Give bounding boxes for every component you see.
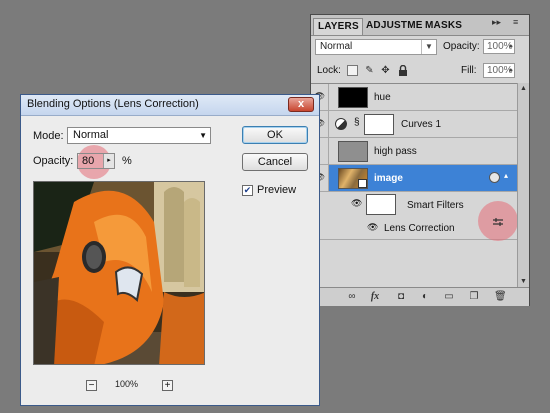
tab-layers[interactable]: LAYERS [313, 18, 363, 35]
zoom-out-button[interactable]: − [86, 380, 97, 391]
close-button[interactable]: x [288, 97, 314, 112]
lock-all-icon[interactable] [397, 64, 408, 76]
preview-checkbox[interactable]: ✔ [242, 185, 253, 196]
blending-options-dialog: Blending Options (Lens Correction) x Mod… [20, 94, 320, 406]
filter-mask-thumbnail [366, 194, 396, 215]
layer-mask-thumbnail [364, 114, 394, 135]
link-icon[interactable]: ∞ [346, 291, 358, 303]
mask-icon[interactable]: ◘ [395, 291, 407, 303]
folder-icon[interactable]: ▭ [443, 291, 455, 303]
preview-image[interactable] [33, 181, 205, 365]
panel-tab-bar: LAYERS ADJUSTMEI MASKS ▸▸ ≡ [311, 15, 529, 36]
blend-mode-value: Normal [320, 41, 353, 52]
panel-collapse-icon[interactable]: ▸▸ [492, 17, 501, 28]
layer-name: image [374, 173, 403, 184]
zoom-in-button[interactable]: + [162, 380, 173, 391]
layer-opacity-label: Opacity: [443, 41, 480, 52]
opacity-label: Opacity: [33, 155, 74, 167]
chevron-down-icon: ▼ [199, 131, 207, 140]
layer-row-high-pass[interactable]: high pass [311, 138, 517, 165]
blending-options-icon[interactable] [492, 218, 504, 227]
collapse-arrow-icon[interactable]: ▴ [504, 171, 508, 180]
fill-input[interactable]: 100% ▸ [483, 63, 515, 78]
mode-value: Normal [73, 129, 109, 141]
tab-masks[interactable]: MASKS [425, 18, 465, 35]
layer-name: Smart Filters [407, 200, 464, 211]
scroll-up-icon[interactable]: ▲ [520, 85, 527, 92]
lock-position-icon[interactable]: ✥ [380, 65, 391, 76]
layer-row-curves-1[interactable]: 👁 § Curves 1 [311, 111, 517, 138]
layer-thumbnail [338, 87, 368, 108]
opacity-input[interactable]: 80 ▸ [77, 153, 115, 169]
visibility-eye-icon[interactable]: 👁 [351, 198, 362, 209]
lock-transparency-icon[interactable] [347, 65, 358, 76]
lock-label: Lock: [317, 65, 341, 76]
mode-select[interactable]: Normal ▼ [67, 127, 211, 144]
chevron-down-icon: ▼ [421, 40, 436, 54]
chevron-right-icon: ▸ [509, 67, 513, 74]
opacity-unit: % [122, 155, 132, 167]
layer-list: 👁 hue 👁 § Curves 1 high pass 👁 image ▴ [311, 83, 517, 288]
zoom-level: 100% [115, 379, 139, 389]
ok-button[interactable]: OK [242, 126, 308, 144]
dialog-title: Blending Options (Lens Correction) [27, 98, 199, 110]
layer-row-image[interactable]: 👁 image ▴ [311, 165, 517, 192]
panel-menu-icon[interactable]: ≡ [513, 17, 518, 27]
tab-adjustments[interactable]: ADJUSTMEI [366, 18, 423, 35]
preview-label: Preview [257, 184, 297, 196]
layer-name: hue [374, 92, 391, 103]
adjustment-layer-icon [335, 118, 347, 130]
layer-opacity-input[interactable]: 100% ▸ [483, 39, 515, 54]
new-layer-icon[interactable]: ❐ [468, 291, 480, 303]
layers-panel: LAYERS ADJUSTMEI MASKS ▸▸ ≡ Normal ▼ Opa… [310, 14, 530, 306]
layer-thumbnail [338, 168, 368, 189]
chevron-right-icon: ▸ [509, 43, 513, 50]
opacity-value: 80 [82, 155, 95, 167]
layer-row-hue[interactable]: 👁 hue [311, 84, 517, 111]
dialog-title-bar[interactable]: Blending Options (Lens Correction) x [21, 95, 319, 116]
layer-thumbnail [338, 141, 368, 162]
smart-object-icon [358, 179, 367, 188]
scroll-down-icon[interactable]: ▼ [520, 278, 527, 285]
layer-name: high pass [374, 146, 417, 157]
layer-name: Curves 1 [401, 119, 442, 130]
layer-name: Lens Correction [384, 223, 455, 234]
fill-label: Fill: [461, 65, 477, 76]
layers-bottom-bar: ∞ fx ◘ ◐ ▭ ❐ 🗑 [311, 287, 529, 306]
smart-filter-indicator-icon[interactable] [489, 172, 500, 183]
fx-icon[interactable]: fx [369, 291, 381, 303]
chain-link-icon[interactable]: § [354, 117, 360, 128]
layers-scrollbar[interactable]: ▲ ▼ [517, 83, 529, 287]
visibility-eye-icon[interactable]: 👁 [367, 222, 378, 233]
blend-mode-select[interactable]: Normal ▼ [315, 39, 437, 55]
adjustment-icon[interactable]: ◐ [419, 291, 431, 303]
mode-label: Mode: [33, 130, 64, 142]
trash-icon[interactable]: 🗑 [494, 291, 507, 303]
cancel-button[interactable]: Cancel [242, 153, 308, 171]
chevron-right-icon[interactable]: ▸ [103, 154, 114, 168]
lock-pixels-icon[interactable]: ✎ [364, 65, 375, 76]
